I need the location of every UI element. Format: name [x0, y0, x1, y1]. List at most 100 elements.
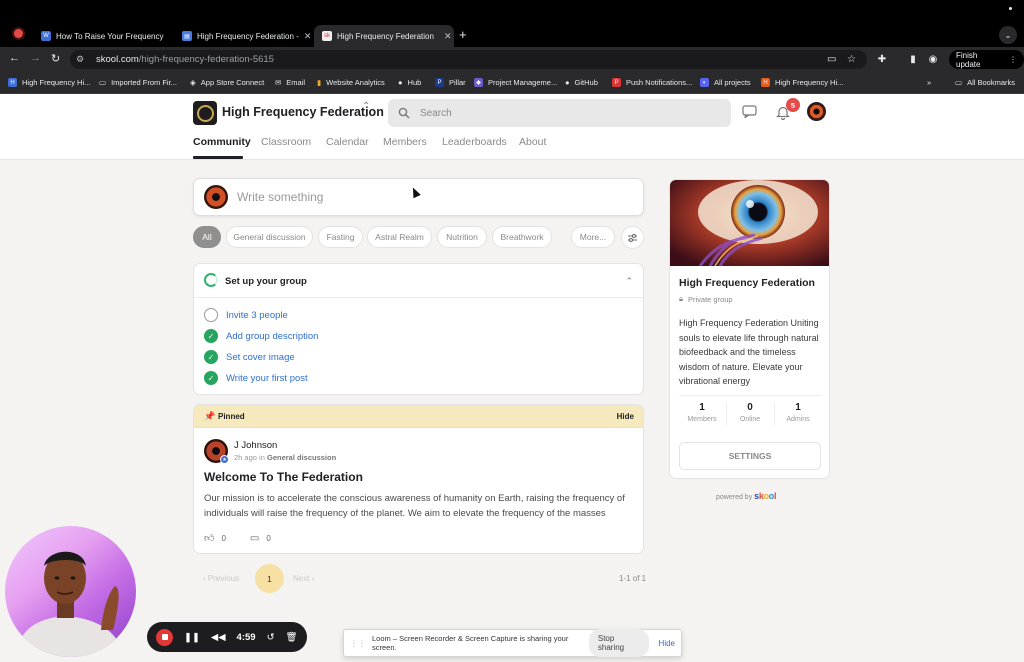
loom-camera-bubble[interactable] [5, 526, 136, 657]
profile-avatar-icon[interactable]: ◉ [926, 52, 940, 66]
tab-leaderboards[interactable]: Leaderboards [442, 136, 507, 148]
filter-chip-general-discussion[interactable]: General discussion [226, 226, 313, 248]
bookmark-item[interactable]: ◐ All projects [700, 78, 751, 87]
stop-sharing-button[interactable]: Stop sharing [588, 629, 649, 657]
rewind-icon[interactable]: ◀◀ [211, 632, 226, 643]
bookmark-item[interactable]: ● GitHub [565, 78, 598, 87]
bookmark-item[interactable]: ◈ App Store Connect [190, 78, 264, 87]
comment-icon[interactable]: ▭ [250, 533, 259, 544]
bookmark-label: Push Notifications... [626, 78, 693, 87]
more-bookmarks-label: » [927, 78, 932, 87]
group-name[interactable]: High Frequency Federation [222, 105, 384, 119]
tab-close-icon[interactable]: ✕ [444, 31, 452, 42]
group-description: High Frequency Federation Uniting souls … [679, 318, 819, 386]
settings-button[interactable]: SETTINGS [679, 442, 821, 470]
tab-calendar[interactable]: Calendar [326, 136, 369, 148]
browser-tab-3-active[interactable]: sk High Frequency Federation ✕ [314, 25, 454, 47]
bookmark-item[interactable]: ● Hub [398, 78, 421, 87]
site-info-icon[interactable]: ⚙ [76, 54, 88, 66]
search-input[interactable]: Search [388, 99, 731, 127]
stat-label: Admins [786, 416, 810, 423]
group-info-card: High Frequency Federation 🔒︎ Private gro… [669, 179, 830, 479]
camera-icon[interactable]: ▭ [827, 54, 836, 65]
forward-arrow-icon[interactable]: → [30, 52, 41, 64]
bookmark-item[interactable]: P Push Notifications... [612, 78, 692, 87]
pagination-next[interactable]: Next › [293, 574, 314, 583]
hide-sharing-bar-button[interactable]: Hide [659, 639, 675, 648]
bookmark-label: App Store Connect [200, 78, 265, 87]
bookmark-item[interactable]: H High Frequency Hi... [761, 78, 843, 87]
stat-online[interactable]: 0 Online [727, 402, 773, 423]
new-tab-button[interactable]: + [459, 27, 467, 42]
filter-chip-nutrition[interactable]: Nutrition [437, 226, 487, 248]
chat-icon[interactable] [742, 105, 757, 118]
setup-task-first-post[interactable]: ✓ Write your first post [204, 371, 308, 385]
filter-chip-breathwork[interactable]: Breathwork [492, 226, 552, 248]
filter-chip-all[interactable]: All [193, 226, 221, 248]
like-icon[interactable]: 👍︎ [204, 532, 214, 544]
stat-admins[interactable]: 1 Admins [775, 402, 821, 423]
filter-chip-more[interactable]: More... [571, 226, 615, 248]
pagination-current-page[interactable]: 1 [255, 564, 284, 593]
chevron-up-icon[interactable]: ⌃ [625, 276, 633, 287]
finish-update-button[interactable]: Finish update ⋮ [949, 50, 1024, 69]
bookmark-folder[interactable]: ▭ Imported From Fir... [99, 78, 177, 87]
trash-icon[interactable]: 🗑︎ [286, 632, 298, 643]
browser-tab-1[interactable]: W How To Raise Your Frequency ✕ [33, 25, 169, 47]
pagination-previous[interactable]: ‹ Previous [203, 574, 239, 583]
bookmark-item[interactable]: H High Frequency Hi... [8, 78, 90, 87]
tab-classroom[interactable]: Classroom [261, 136, 311, 148]
filter-settings-button[interactable] [621, 226, 644, 249]
pagination-count: 1-1 of 1 [619, 574, 647, 583]
browser-toolbar: ← → ↻ ⚙ skool.com/high-frequency-federat… [0, 47, 1024, 72]
bookmark-item[interactable]: ▮ Website Analytics [317, 78, 385, 87]
notification-badge[interactable]: 5 [786, 98, 800, 112]
all-bookmarks-button[interactable]: ▭ All Bookmarks [955, 78, 1015, 87]
tab-search-button[interactable]: ⌄ [999, 26, 1017, 44]
bookmark-item[interactable]: ◆ Project Manageme... [474, 78, 557, 87]
stat-members[interactable]: 1 Members [679, 402, 725, 423]
group-card-name: High Frequency Federation [679, 277, 815, 289]
bookmark-item[interactable]: P Pillar [435, 78, 466, 87]
more-bookmarks-button[interactable]: » [927, 78, 931, 87]
write-post-input[interactable]: Write something [193, 178, 644, 216]
post-category[interactable]: General discussion [267, 453, 336, 462]
tab-about[interactable]: About [519, 136, 546, 148]
filter-chip-astral-realm[interactable]: Astral Realm [367, 226, 432, 248]
stop-recording-button[interactable] [156, 628, 173, 646]
restart-icon[interactable]: ↺ [267, 632, 275, 643]
setup-task-cover[interactable]: ✓ Set cover image [204, 350, 295, 364]
extensions-puzzle-icon[interactable]: ✚ [875, 52, 889, 66]
drag-handle-icon[interactable]: ⋮⋮ [350, 639, 366, 648]
tab-community[interactable]: Community [193, 136, 251, 148]
post-author[interactable]: J Johnson [234, 440, 277, 451]
post-card[interactable]: 📌 Pinned Hide ★ J Johnson 2h ago in Gene… [193, 404, 644, 554]
setup-task-description[interactable]: ✓ Add group description [204, 329, 318, 343]
group-logo[interactable] [193, 101, 217, 125]
powered-by-skool[interactable]: powered by skool [716, 491, 777, 501]
tab-close-icon[interactable]: ✕ [168, 31, 169, 42]
hide-pinned-button[interactable]: Hide [617, 412, 634, 421]
search-placeholder: Search [420, 107, 452, 119]
setup-group-header[interactable]: Set up your group ⌃ [194, 264, 643, 298]
bookmark-item[interactable]: ✉ Email [275, 78, 305, 87]
post-reactions: 👍︎ 0 ▭ 0 [204, 532, 271, 545]
avatar[interactable] [807, 102, 826, 121]
back-arrow-icon[interactable]: ← [9, 52, 20, 64]
group-switcher-icon[interactable]: ⌃ ⌄ [362, 102, 370, 120]
browser-tab-2[interactable]: ▤ High Frequency Federation - ✕ [174, 25, 310, 47]
post-title[interactable]: Welcome To The Federation [204, 470, 363, 484]
side-panel-icon[interactable]: ▮ [906, 52, 920, 66]
pause-icon[interactable]: ❚❚ [184, 632, 200, 643]
bookmark-label: Pillar [449, 78, 466, 87]
stat-value: 0 [747, 402, 753, 413]
filter-chip-fasting[interactable]: Fasting [318, 226, 363, 248]
bookmark-star-icon[interactable]: ☆ [847, 54, 856, 65]
address-bar[interactable]: ⚙ skool.com/high-frequency-federation-56… [70, 50, 867, 69]
reload-icon[interactable]: ↻ [51, 52, 60, 65]
stat-value: 1 [795, 402, 801, 413]
tab-members[interactable]: Members [383, 136, 427, 148]
tab-close-icon[interactable]: ✕ [304, 31, 310, 42]
folder-icon: ▭ [99, 78, 107, 87]
setup-task-invite[interactable]: Invite 3 people [204, 308, 288, 322]
